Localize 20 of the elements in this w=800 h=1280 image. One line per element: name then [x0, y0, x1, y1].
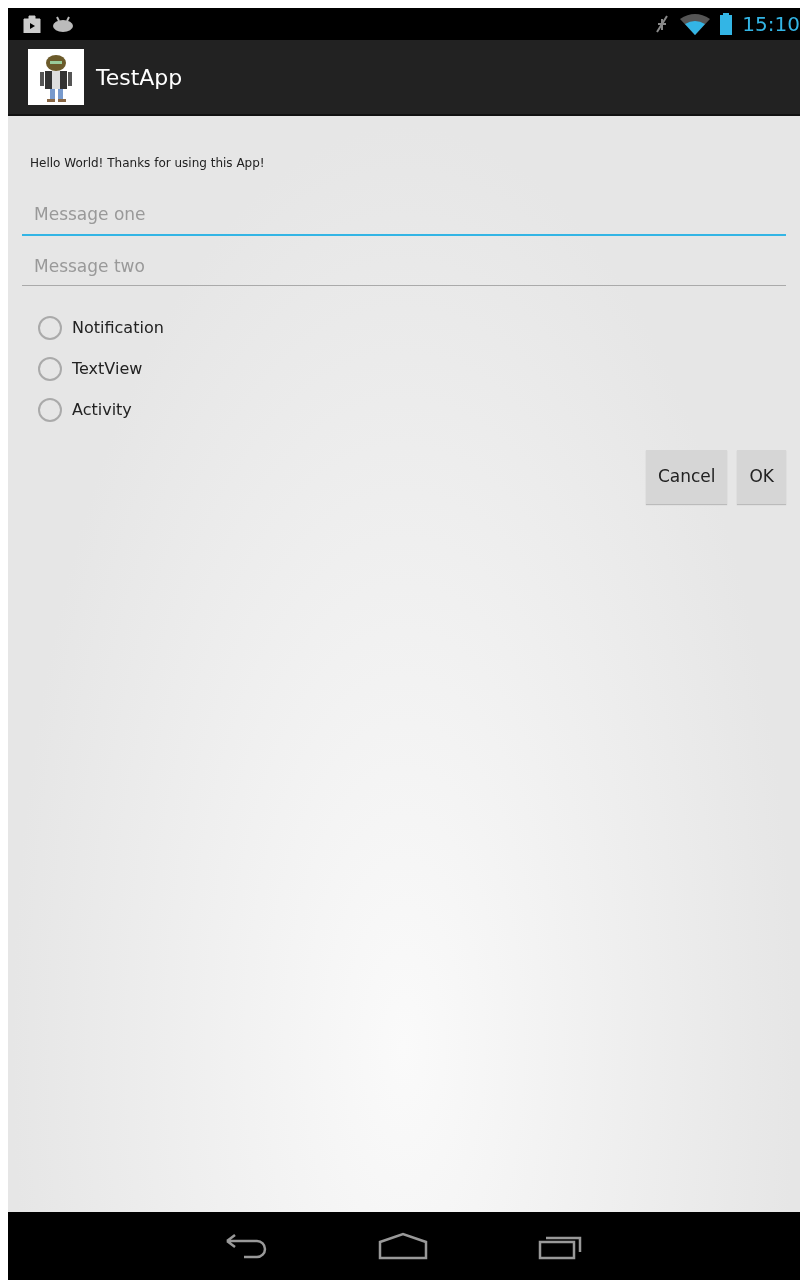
option-label[interactable]: Notification: [72, 316, 164, 340]
dialog-button[interactable]: OK: [737, 450, 786, 504]
message-field[interactable]: Message two: [22, 247, 786, 286]
android-icon: [52, 16, 74, 32]
clock-time: 15:10: [742, 14, 800, 34]
home-icon[interactable]: [378, 1232, 428, 1260]
wifi-icon: [680, 13, 711, 35]
radio-button[interactable]: [38, 398, 62, 422]
app-title: TestApp: [96, 63, 183, 92]
dialog-button[interactable]: Cancel: [645, 450, 728, 504]
battery-icon: [720, 13, 733, 35]
message-field[interactable]: Message one: [22, 196, 786, 236]
greeting-text: Hello World! Thanks for using this App!: [30, 155, 266, 172]
back-icon[interactable]: [224, 1233, 268, 1259]
radio-button[interactable]: [38, 357, 62, 381]
shopping-bag-icon: [22, 15, 42, 33]
radio-button[interactable]: [38, 316, 62, 340]
option-label[interactable]: Activity: [72, 398, 132, 422]
option-label[interactable]: TextView: [72, 357, 143, 381]
no-signal-icon: [654, 14, 671, 34]
